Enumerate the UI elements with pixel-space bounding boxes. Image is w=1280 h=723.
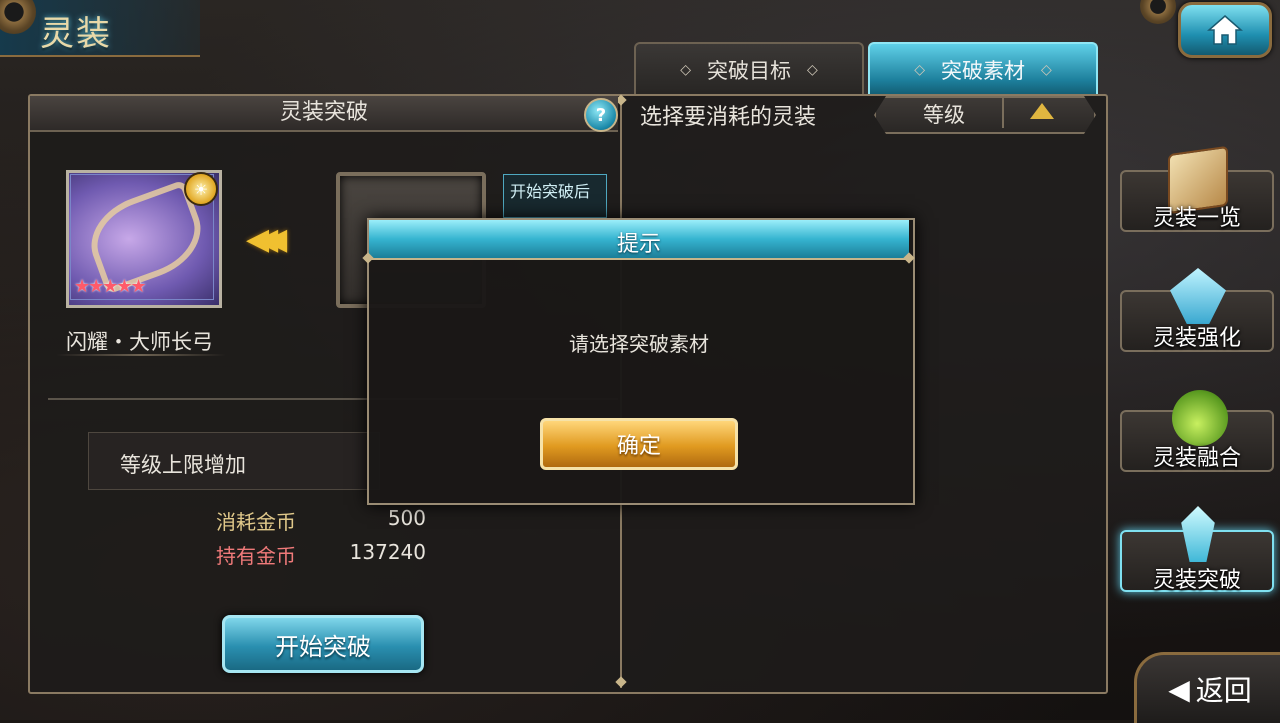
sort-ascending-icon[interactable] [1030,103,1054,119]
dialog-message: 请选择突破素材 [569,332,709,356]
confirm-button[interactable]: 确定 [540,418,738,470]
own-gold-value: 137240 [349,540,426,564]
back-label: 返回 [1195,674,1252,707]
sort-separator [1002,98,1004,128]
cost-value: 500 [387,506,426,530]
own-gold-label: 持有金币 [216,544,296,568]
diamond-icon: ◇ [1041,62,1052,78]
menu-label: 灵装突破 [1152,568,1241,593]
menu-label: 灵装强化 [1152,326,1241,351]
name-underline [56,354,226,356]
back-button[interactable]: ◀ 返回 [1134,652,1280,723]
cost-label: 消耗金币 [216,510,296,534]
home-button[interactable] [1178,2,1272,58]
tab-label: 突破素材 [941,59,1025,83]
card-name: 闪耀・大师长弓 [66,330,213,354]
menu-label: 灵装融合 [1152,446,1241,471]
start-breakthrough-button[interactable]: 开始突破 [222,615,424,673]
screen-title: 灵装 [40,14,112,54]
right-panel-title: 选择要消耗的灵装 [640,105,817,130]
diamond-icon: ◇ [680,62,691,78]
help-button[interactable]: ? [584,98,618,132]
tab-label: 突破目标 [707,59,791,83]
sort-key-button[interactable]: 等级 [880,99,1008,129]
breakthrough-hint: 开始突破后 [503,174,607,218]
help-icon: ? [595,104,607,126]
rarity-stars: ★★★★★ [74,276,147,297]
left-panel-title: 灵装突破 [279,100,368,125]
home-icon [1207,15,1243,45]
effect-label: 等级上限增加 [120,453,246,477]
tab-breakthrough-material[interactable]: ◇ 突破素材 ◇ [868,42,1098,96]
back-arrow-icon: ◀ [1168,672,1190,706]
menu-label: 灵装一览 [1152,206,1241,231]
potion-icon [1172,390,1228,446]
sun-element-icon: ☀ [184,172,218,206]
diamond-icon: ◇ [914,62,925,78]
tab-breakthrough-target[interactable]: ◇ 突破目标 ◇ [634,42,864,96]
arrow-left-icon: ◀◀◀ [246,222,287,257]
diamond-icon: ◇ [807,62,818,78]
dialog-title: 提示 [616,232,661,257]
